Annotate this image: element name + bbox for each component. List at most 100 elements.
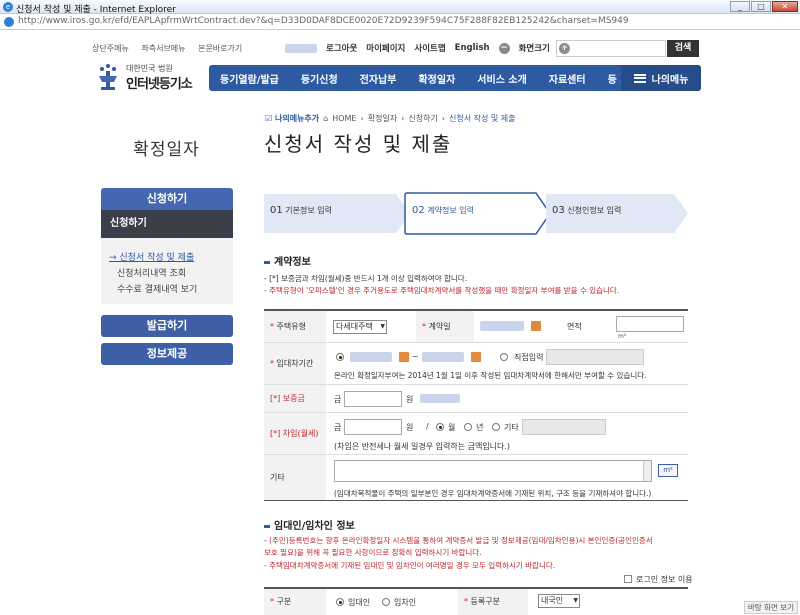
tenant-note-3: - 주택임대차계약증서에 기재된 임대인 및 임차인이 여러명일 경우 모두 입… (264, 561, 556, 570)
address-url[interactable]: http://www.iros.go.kr/efd/EAPLApfrmWrtCo… (18, 16, 629, 26)
period-start-value[interactable] (350, 352, 392, 362)
step-indicator: 01 기본정보 입력 02 계약정보 입력 03 신청인정보 입력 (264, 192, 688, 235)
nav-registry-view[interactable]: 등기열람/발급 (209, 71, 290, 86)
page-title: 신청서 작성 및 제출 (264, 132, 453, 156)
breadcrumb-home[interactable]: HOME (332, 114, 356, 123)
reg-kind-label: * 등록구분 (458, 589, 528, 615)
etc-label: 기타 (264, 455, 326, 500)
step-2-label: 계약정보 입력 (427, 206, 474, 215)
address-bar[interactable]: http://www.iros.go.kr/efd/EAPLApfrmWrtCo… (0, 14, 800, 30)
maximize-button[interactable]: □ (751, 1, 771, 12)
site-logo[interactable]: 대한민국 법원 인터넷등기소 (96, 61, 196, 95)
nav-e-payment[interactable]: 전자납부 (349, 71, 408, 86)
user-name (285, 43, 317, 53)
period-radio-direct[interactable] (500, 353, 508, 361)
house-type-text: 주택유형 (276, 322, 306, 331)
rent-radio-year[interactable] (464, 423, 472, 431)
nav-registry-apply[interactable]: 등기신청 (290, 71, 349, 86)
close-button[interactable]: ✕ (772, 1, 798, 12)
zoom-out-icon[interactable]: − (498, 42, 510, 54)
chevron-right-icon: › (401, 114, 405, 123)
deposit-label: [*] 보증금 (264, 385, 326, 412)
nav-fixed-date[interactable]: 확정일자 (407, 71, 466, 86)
english-link[interactable]: English (455, 43, 490, 53)
rent-separator: / (426, 422, 429, 431)
add-my-menu-label: 나의메뉴추가 (274, 114, 320, 123)
sidebar-info-button[interactable]: 정보제공 (101, 343, 233, 365)
sidebar-item-history[interactable]: 신청처리내역 조회 (109, 266, 233, 279)
period-direct-input[interactable] (546, 349, 644, 365)
skip-link-top[interactable]: 상단주메뉴 (92, 44, 129, 53)
sidebar-sub-apply[interactable]: 신청하기 (101, 210, 233, 238)
rent-etc-input[interactable] (522, 419, 606, 435)
sidebar-submenu: → 신청서 작성 및 제출 신청처리내역 조회 수수료 결제내역 보기 (101, 238, 233, 304)
page: 상단주메뉴 좌측서브메뉴 본문바로가기 로그아웃 마이페이지 사이트맵 Engl… (0, 31, 800, 615)
contract-row-1: * 주택유형 다세대주택 * 계약일 면적 m² (264, 311, 688, 343)
calendar-icon[interactable] (471, 352, 481, 362)
my-menu-button[interactable]: 나의메뉴 (621, 65, 701, 91)
kind-radio-tenant[interactable] (382, 598, 390, 606)
tenant-note-2: 보호 필요)을 위해 꼭 필요한 사항이므로 정확히 입력하시기 바랍니다. (264, 548, 482, 557)
hamburger-icon (633, 73, 646, 83)
rent-prefix: 금 (334, 423, 342, 432)
kind-radio-landlord[interactable] (336, 598, 344, 606)
kind-landlord-label: 임대인 (348, 598, 371, 607)
contract-note-1: - [*] 보증금과 차임(월세)중 반드시 1개 이상 입력하여야 합니다. (264, 274, 468, 283)
step-3-num: 03 (552, 205, 565, 216)
skip-link-content[interactable]: 본문바로가기 (198, 44, 242, 53)
kind-label: * 구분 (264, 589, 326, 615)
period-end-value[interactable] (422, 352, 464, 362)
add-my-menu-link[interactable]: ☑ 나의메뉴추가 (265, 113, 319, 124)
search-button[interactable]: 검색 (667, 40, 699, 57)
skip-link-side[interactable]: 좌측서브메뉴 (141, 44, 185, 53)
contract-row-5: 기타 m² (임대차목적물이 주택의 일부분인 경우 임대차계약증서에 기재된 … (264, 455, 688, 501)
rent-radio-month[interactable] (436, 423, 444, 431)
etc-m2-button[interactable]: m² (658, 464, 678, 477)
tenant-section-title: 임대인/임차인 정보 (264, 517, 355, 532)
rent-month-label: 월 (448, 423, 456, 432)
rent-radio-etc[interactable] (492, 423, 500, 431)
breadcrumb-fixed-date[interactable]: 확정일자 (368, 113, 397, 124)
show-desktop-button[interactable]: 바탕 화면 보기 (743, 601, 798, 614)
sidebar-item-fee-history[interactable]: 수수료 결제내역 보기 (109, 282, 233, 295)
area-input[interactable] (616, 316, 684, 332)
reg-kind-select[interactable]: 내국인 (538, 594, 580, 608)
etc-textarea[interactable] (334, 460, 652, 482)
login-info-checkbox[interactable] (624, 575, 632, 583)
area-label: 면적 (561, 311, 615, 342)
nav-data-center[interactable]: 자료센터 (538, 71, 597, 86)
chevron-right-icon: › (441, 114, 446, 123)
sidebar-issue-button[interactable]: 발급하기 (101, 315, 233, 337)
logout-link[interactable]: 로그아웃 (326, 42, 357, 54)
minimize-button[interactable]: _ (730, 1, 750, 12)
nav-service-intro[interactable]: 서비스 소개 (466, 71, 537, 86)
breadcrumb-apply[interactable]: 신청하기 (408, 113, 437, 124)
deposit-input[interactable] (344, 391, 402, 407)
search-input[interactable] (556, 40, 666, 57)
deposit-korean-amount (420, 394, 460, 403)
mypage-link[interactable]: 마이페이지 (366, 42, 405, 54)
sitemap-link[interactable]: 사이트맵 (414, 42, 445, 54)
contract-date-value[interactable] (480, 321, 524, 331)
period-dash: ~ (412, 352, 419, 361)
etc-note: (임대차목적물이 주택의 일부분인 경우 임대차계약증서에 기재된 위치, 구조… (334, 489, 652, 498)
period-radio-calendar[interactable] (336, 353, 344, 361)
breadcrumb: ☑ 나의메뉴추가 ⌂ HOME › 확정일자 › 신청하기 › 신청서 작성 및… (265, 113, 516, 124)
contract-row-2: * 임대차기간 ~ 직접입력 온라인 확정일자부여는 2014년 1월 1일 이… (264, 343, 688, 385)
house-type-select[interactable]: 다세대주택 (333, 320, 387, 334)
sidebar-item-write-submit[interactable]: → 신청서 작성 및 제출 (109, 250, 233, 263)
etc-scrollbar[interactable] (643, 461, 651, 481)
step-1-num: 01 (270, 205, 283, 216)
step-1: 01 기본정보 입력 (270, 205, 332, 216)
rent-input[interactable] (344, 419, 402, 435)
window-controls: _ □ ✕ (730, 1, 798, 12)
area-unit: m² (618, 333, 627, 340)
calendar-icon[interactable] (399, 352, 409, 362)
contract-row-4: [*] 차임(월세) 금 원 / 월 년 기타 (차임은 반전세나 월세 일경우… (264, 413, 688, 455)
sidebar-head-apply[interactable]: 신청하기 (101, 188, 233, 210)
period-note: 온라인 확정일자부여는 2014년 1월 1일 이후 작성된 임대차계약서에 한… (334, 371, 647, 380)
kind-text: 구분 (276, 597, 292, 606)
breadcrumb-current: 신청서 작성 및 제출 (449, 114, 516, 123)
calendar-icon[interactable] (531, 321, 541, 331)
kind-tenant-label: 임차인 (394, 598, 417, 607)
